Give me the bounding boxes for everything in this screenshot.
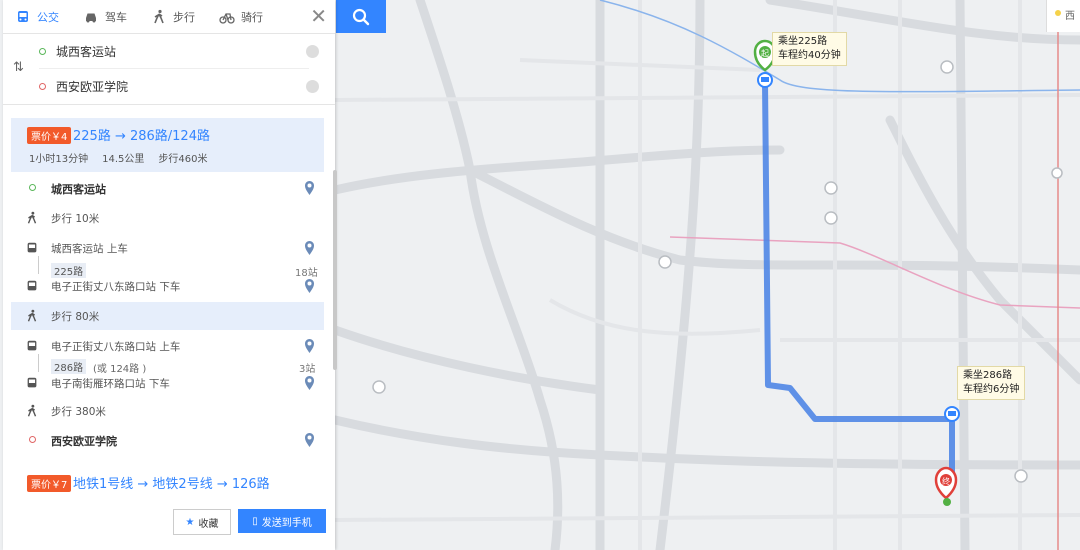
walk-icon	[27, 404, 37, 417]
step-end[interactable]: 西安欧亚学院	[11, 428, 324, 452]
tab-bus-label: 公交	[37, 10, 59, 24]
line-connector	[38, 256, 39, 274]
route-steps: 城西客运站 步行 10米 城西客运站 上车 225路 18站 电子正街丈八东路口…	[11, 172, 324, 462]
location-pin-icon[interactable]	[304, 432, 315, 448]
location-pin-icon[interactable]	[304, 278, 315, 294]
panel-footer: ★ 收藏 ▯ 发送到手机	[3, 500, 335, 546]
tab-walk-label: 步行	[173, 10, 195, 24]
route-callout-225: 乘坐225路 车程约40分钟	[772, 32, 847, 66]
end-dot-icon	[29, 436, 36, 443]
step-alight-1[interactable]: 电子正街丈八东路口站 下车	[11, 274, 324, 298]
location-pin-icon[interactable]	[304, 375, 315, 391]
step-start[interactable]: 城西客运站	[11, 176, 324, 200]
tab-car[interactable]: 驾车	[71, 0, 139, 33]
route-distance: 14.5公里	[102, 154, 145, 165]
location-pin-icon[interactable]	[304, 240, 315, 256]
corner-label: 西	[1065, 11, 1075, 22]
bus-icon	[27, 377, 37, 388]
route-option-2[interactable]: 票价￥7 地铁1号线 → 地铁2号线 → 126路	[11, 466, 324, 496]
send-label: 发送到手机	[261, 517, 312, 529]
tab-bike[interactable]: 骑行	[207, 0, 275, 33]
favorite-label: 收藏	[198, 518, 219, 530]
step-walk-3-label: 步行 380米	[51, 406, 106, 418]
send-to-phone-button[interactable]: ▯ 发送到手机	[238, 509, 326, 533]
step-walk-3[interactable]: 步行 380米	[11, 399, 324, 423]
map-corner-widget[interactable]: 西	[1046, 0, 1080, 32]
corner-dot-icon	[1055, 10, 1061, 16]
swap-icon[interactable]: ⇅	[13, 60, 24, 75]
tab-walk[interactable]: 步行	[139, 0, 207, 33]
start-dot-icon	[29, 184, 36, 191]
step-walk-1[interactable]: 步行 10米	[11, 206, 324, 230]
bus-icon	[27, 242, 37, 253]
star-icon: ★	[185, 516, 195, 528]
step-alight-2-label: 电子南街雁环路口站 下车	[51, 378, 170, 390]
bike-icon	[219, 12, 235, 24]
walk-icon	[154, 9, 164, 23]
callout-duration: 车程约6分钟	[963, 384, 1020, 395]
origin-field[interactable]: 城西客运站	[39, 34, 319, 69]
tab-car-label: 驾车	[105, 10, 127, 24]
callout-line-name: 乘坐286路	[963, 370, 1013, 381]
search-icon	[352, 8, 370, 25]
route-callout-286: 乘坐286路 车程约6分钟	[957, 366, 1026, 400]
clear-destination-icon[interactable]	[306, 79, 319, 93]
callout-line-name: 乘坐225路	[778, 36, 828, 47]
car-icon	[86, 13, 96, 22]
step-walk-2[interactable]: 步行 80米	[11, 302, 324, 330]
steps-scrollbar[interactable]	[333, 170, 337, 370]
step-board-2[interactable]: 电子正街丈八东路口站 上车	[11, 334, 324, 358]
step-board-1[interactable]: 城西客运站 上车	[11, 236, 324, 260]
route-walk: 步行460米	[158, 154, 208, 165]
origin-value: 城西客运站	[56, 44, 117, 59]
tab-bike-label: 骑行	[241, 10, 263, 24]
origin-destination-box: ⇅ 城西客运站 西安欧亚学院	[3, 34, 335, 105]
step-end-label: 西安欧亚学院	[51, 435, 117, 448]
location-pin-icon[interactable]	[304, 338, 315, 354]
close-icon[interactable]: ✕	[310, 6, 327, 26]
origin-dot-icon	[39, 47, 46, 55]
bus-stop-marker-2	[944, 406, 960, 422]
step-alight-1-label: 电子正街丈八东路口站 下车	[51, 281, 181, 293]
bus-icon	[18, 10, 28, 22]
step-board-2-label: 电子正街丈八东路口站 上车	[51, 341, 181, 353]
line-connector	[38, 354, 39, 372]
route-duration: 1小时13分钟	[29, 154, 89, 165]
route-option-1[interactable]: 票价￥4 225路 → 286路/124路 1小时13分钟 14.5公里 步行4…	[11, 118, 324, 172]
fare-badge: 票价￥4	[27, 127, 72, 144]
walk-icon	[27, 211, 37, 224]
destination-dot-icon	[39, 82, 46, 90]
bus-icon	[27, 280, 37, 291]
route-meta: 1小时13分钟 14.5公里 步行460米	[29, 150, 207, 165]
destination-field[interactable]: 西安欧亚学院	[39, 69, 319, 103]
start-marker-label: 起	[761, 49, 769, 58]
step-start-label: 城西客运站	[51, 183, 106, 196]
end-marker-label: 终	[942, 476, 950, 486]
route-title: 225路 → 286路/124路	[73, 129, 210, 144]
travel-mode-tabs: 公交 驾车 步行 骑行 ✕	[3, 0, 335, 34]
walk-icon	[27, 309, 37, 322]
callout-duration: 车程约40分钟	[778, 50, 841, 61]
step-board-1-label: 城西客运站 上车	[51, 243, 128, 255]
step-walk-1-label: 步行 10米	[51, 213, 100, 225]
phone-icon: ▯	[252, 515, 258, 527]
fare-badge-2: 票价￥7	[27, 475, 72, 492]
route-title-2: 地铁1号线 → 地铁2号线 → 126路	[73, 477, 270, 492]
directions-panel: 公交 驾车 步行 骑行 ✕ ⇅ 城西客运站 西安欧亚学院 票价￥4 225路 →…	[3, 0, 337, 550]
search-button[interactable]	[336, 0, 386, 33]
step-walk-2-label: 步行 80米	[51, 311, 100, 323]
clear-origin-icon[interactable]	[306, 44, 319, 58]
location-pin-icon[interactable]	[304, 180, 315, 196]
favorite-button[interactable]: ★ 收藏	[173, 509, 231, 535]
step-alight-2[interactable]: 电子南街雁环路口站 下车	[11, 371, 324, 395]
bus-stop-marker-1	[757, 72, 773, 88]
tab-bus[interactable]: 公交	[3, 0, 71, 33]
destination-value: 西安欧亚学院	[56, 79, 129, 94]
bus-icon	[27, 340, 37, 351]
